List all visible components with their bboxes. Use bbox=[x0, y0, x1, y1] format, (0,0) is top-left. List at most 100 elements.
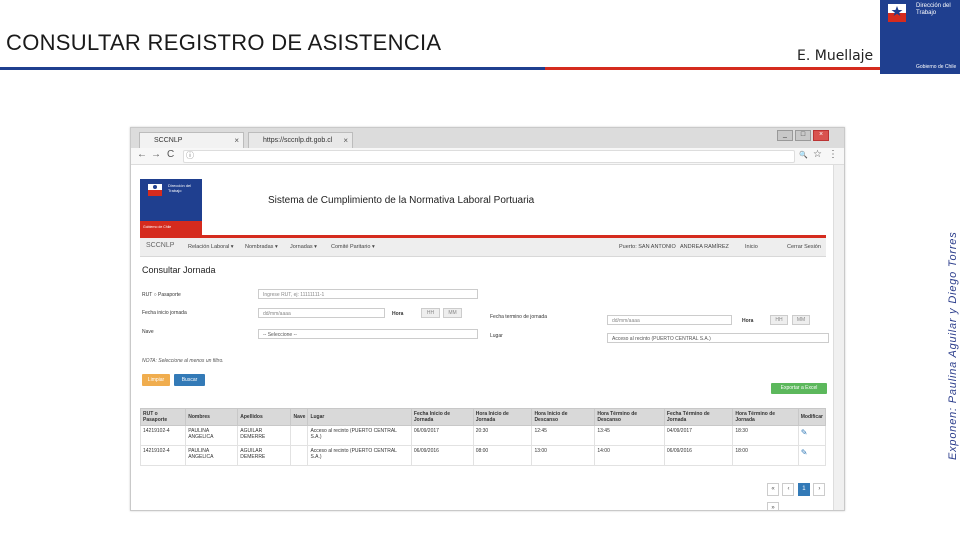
table-header-row: RUT o Pasaporte Nombres Apellidos Nave L… bbox=[139, 408, 827, 426]
gov-name: Dirección del Trabajo bbox=[916, 3, 951, 16]
star-icon[interactable]: ☆ bbox=[813, 149, 822, 160]
filter-note: NOTA: Seleccione al menos un filtro. bbox=[142, 358, 224, 364]
col-nave: Nave bbox=[290, 408, 309, 426]
col-inicio-descanso: Hora Inicio de Descanso bbox=[531, 408, 596, 426]
col-lugar: Lugar bbox=[307, 408, 412, 426]
close-icon[interactable]: × bbox=[343, 133, 348, 148]
nav-home[interactable]: Inicio bbox=[745, 244, 758, 250]
nav-relacion-laboral[interactable]: Relación Laboral ▾ bbox=[188, 244, 234, 250]
minimize-button[interactable]: _ bbox=[777, 130, 793, 141]
title-rule-red bbox=[545, 67, 880, 70]
cell: AGUILAR DEMERRE bbox=[237, 445, 292, 466]
nav-nombradas[interactable]: Nombradas ▾ bbox=[245, 244, 278, 250]
nav-comite-paritario[interactable]: Comité Paritario ▾ bbox=[331, 244, 375, 250]
col-rut: RUT o Pasaporte bbox=[139, 408, 187, 426]
web-page: Dirección del Trabajo Gobierno de Chile … bbox=[131, 165, 834, 510]
nav-logout[interactable]: Cerrar Sesión bbox=[787, 244, 821, 250]
cell: 14:00 bbox=[594, 445, 665, 466]
col-fecha-inicio: Fecha Inicio de Jornada bbox=[410, 408, 474, 426]
col-termino-descanso: Hora Término de Descanso bbox=[594, 408, 665, 426]
pager-last[interactable]: » bbox=[767, 502, 779, 510]
col-hora-termino: Hora Término de Jornada bbox=[732, 408, 799, 426]
start-date-label: Fecha inicio jornada bbox=[142, 310, 187, 316]
presenter-tag: E. Muellaje bbox=[797, 48, 874, 64]
menu-icon[interactable]: ⋮ bbox=[828, 149, 838, 160]
cell: 12:45 bbox=[531, 425, 596, 446]
cell: 13:45 bbox=[594, 425, 665, 446]
browser-window: SCCNLP × https://sccnlp.dt.gob.cl × _ □ … bbox=[130, 127, 845, 511]
tab-label: SCCNLP bbox=[154, 137, 183, 144]
app-navbar: SCCNLP Relación Laboral ▾ Nombradas ▾ Jo… bbox=[140, 238, 826, 257]
cell: 13:00 bbox=[531, 445, 596, 466]
cell: 18:00 bbox=[732, 445, 799, 466]
app-logo-red-band: Gobierno de Chile bbox=[140, 221, 202, 235]
col-fecha-termino: Fecha Término de Jornada bbox=[663, 408, 734, 426]
results-table: RUT o Pasaporte Nombres Apellidos Nave L… bbox=[139, 408, 827, 466]
pencil-icon[interactable]: ✎ bbox=[801, 428, 808, 437]
page-title: Consultar Jornada bbox=[142, 265, 216, 275]
cell: 06/09/2017 bbox=[410, 425, 474, 446]
pager-next[interactable]: › bbox=[813, 483, 826, 496]
reload-icon[interactable]: C bbox=[167, 149, 174, 160]
cell bbox=[290, 445, 309, 466]
cell: Acceso al recinto (PUERTO CENTRAL S.A.) bbox=[307, 425, 412, 446]
nave-select[interactable]: -- Seleccione -- bbox=[258, 329, 478, 339]
export-excel-button[interactable]: Exportar a Excel bbox=[771, 383, 827, 394]
window-close-button[interactable]: × bbox=[813, 130, 829, 141]
search-button[interactable]: Buscar bbox=[174, 374, 205, 386]
back-icon[interactable]: ← bbox=[137, 149, 147, 160]
pager-first[interactable]: « bbox=[767, 483, 779, 496]
cell: AGUILAR DEMERRE bbox=[237, 425, 292, 446]
end-date-label: Fecha termino de jornada bbox=[490, 314, 547, 320]
cell: Acceso al recinto (PUERTO CENTRAL S.A.) bbox=[307, 445, 412, 466]
rut-label: RUT ○ Pasaporte bbox=[142, 292, 181, 298]
tab-label: https://sccnlp.dt.gob.cl bbox=[263, 137, 333, 144]
pencil-icon[interactable]: ✎ bbox=[801, 448, 808, 457]
url-field[interactable]: ⓘ bbox=[183, 150, 795, 163]
cell: 20:30 bbox=[472, 425, 533, 446]
start-mm-field[interactable]: MM bbox=[443, 308, 462, 318]
tab-site[interactable]: https://sccnlp.dt.gob.cl × bbox=[248, 132, 353, 148]
page-scrollbar[interactable] bbox=[833, 165, 844, 510]
cell: 14219102-4 bbox=[139, 425, 187, 446]
end-hora-label: Hora bbox=[742, 318, 754, 324]
maximize-button[interactable]: □ bbox=[795, 130, 811, 141]
pager-page-1[interactable]: 1 bbox=[797, 483, 810, 496]
start-hh-field[interactable]: HH bbox=[421, 308, 440, 318]
close-icon[interactable]: × bbox=[234, 133, 239, 148]
lugar-label: Lugar bbox=[490, 333, 503, 339]
nav-port: Puerto: SAN ANTONIO bbox=[619, 244, 676, 250]
search-icon[interactable]: 🔍 bbox=[799, 151, 808, 159]
end-mm-field[interactable]: MM bbox=[792, 315, 810, 325]
presenters-credit: Exponen: Paulina Aguilar y Diego Torres bbox=[947, 231, 959, 460]
clear-button[interactable]: Limpiar bbox=[142, 374, 170, 386]
cell: PAULINA ANGELICA bbox=[185, 445, 239, 466]
app-logo-text: Dirección del Trabajo bbox=[168, 183, 192, 193]
table-row: 14219102-4 PAULINA ANGELICA AGUILAR DEME… bbox=[139, 445, 827, 466]
col-apellidos: Apellidos bbox=[237, 408, 292, 426]
col-hora-inicio: Hora Inicio de Jornada bbox=[472, 408, 533, 426]
rut-input[interactable]: Ingrese RUT, ej: 11111111-1 bbox=[258, 289, 478, 299]
end-hh-field[interactable]: HH bbox=[770, 315, 788, 325]
tab-sccnlp[interactable]: SCCNLP × bbox=[139, 132, 244, 148]
start-hora-label: Hora bbox=[392, 311, 404, 317]
table-row: 14219102-4 PAULINA ANGELICA AGUILAR DEME… bbox=[139, 425, 827, 446]
nav-user[interactable]: ANDREA RAMÍREZ bbox=[680, 244, 729, 250]
pager-prev[interactable]: ‹ bbox=[782, 483, 795, 496]
edit-cell: ✎ bbox=[797, 445, 827, 466]
tab-strip: SCCNLP × https://sccnlp.dt.gob.cl × _ □ … bbox=[131, 128, 844, 148]
col-nombres: Nombres bbox=[185, 408, 239, 426]
shield-icon bbox=[148, 184, 162, 196]
edit-cell: ✎ bbox=[797, 425, 827, 446]
lugar-select[interactable]: Acceso al recinto (PUERTO CENTRAL S.A.) bbox=[607, 333, 829, 343]
cell: 04/09/2017 bbox=[663, 425, 734, 446]
nav-jornadas[interactable]: Jornadas ▾ bbox=[290, 244, 317, 250]
forward-icon[interactable]: → bbox=[151, 149, 161, 160]
pagination: « ‹ 1 › » bbox=[767, 477, 834, 510]
cell: PAULINA ANGELICA bbox=[185, 425, 239, 446]
end-date-input[interactable]: dd/mm/aaaa bbox=[607, 315, 732, 325]
nav-brand[interactable]: SCCNLP bbox=[146, 242, 174, 249]
start-date-input[interactable]: dd/mm/aaaa bbox=[258, 308, 385, 318]
app-logo: Dirección del Trabajo Gobierno de Chile bbox=[140, 179, 202, 235]
cell: 18:30 bbox=[732, 425, 799, 446]
